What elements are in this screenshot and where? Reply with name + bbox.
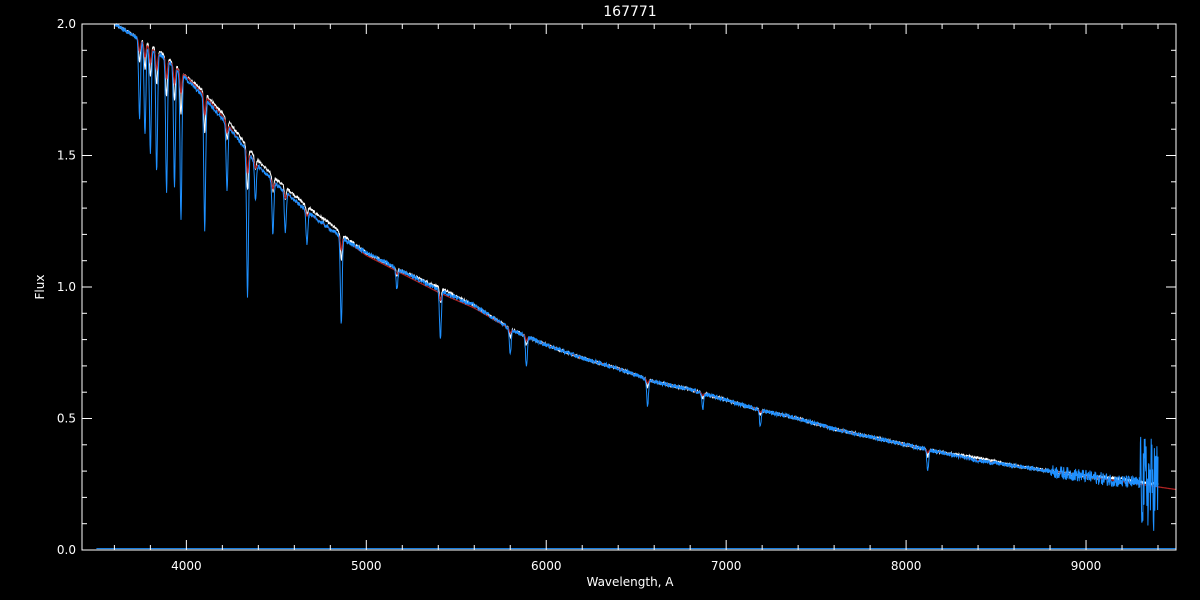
y-tick-label: 1.0 <box>57 280 76 294</box>
y-tick-label: 2.0 <box>57 17 76 31</box>
x-tick-label: 8000 <box>891 559 922 573</box>
x-tick-label: 5000 <box>351 559 382 573</box>
x-tick-label: 7000 <box>711 559 742 573</box>
y-tick-label: 1.5 <box>57 149 76 163</box>
x-axis-label: Wavelength, A <box>586 575 674 589</box>
x-tick-label: 9000 <box>1071 559 1102 573</box>
spectrum-chart: 4000 5000 6000 7000 8000 90000.00.51.01.52.0 … <box>0 0 1200 600</box>
y-tick-label: 0.0 <box>57 543 76 557</box>
x-tick-label: 4000 <box>171 559 202 573</box>
x-tick-label: 6000 <box>531 559 562 573</box>
y-tick-label: 0.5 <box>57 412 76 426</box>
chart-title: 167771 <box>603 4 656 20</box>
y-axis-label: Flux <box>33 275 47 300</box>
